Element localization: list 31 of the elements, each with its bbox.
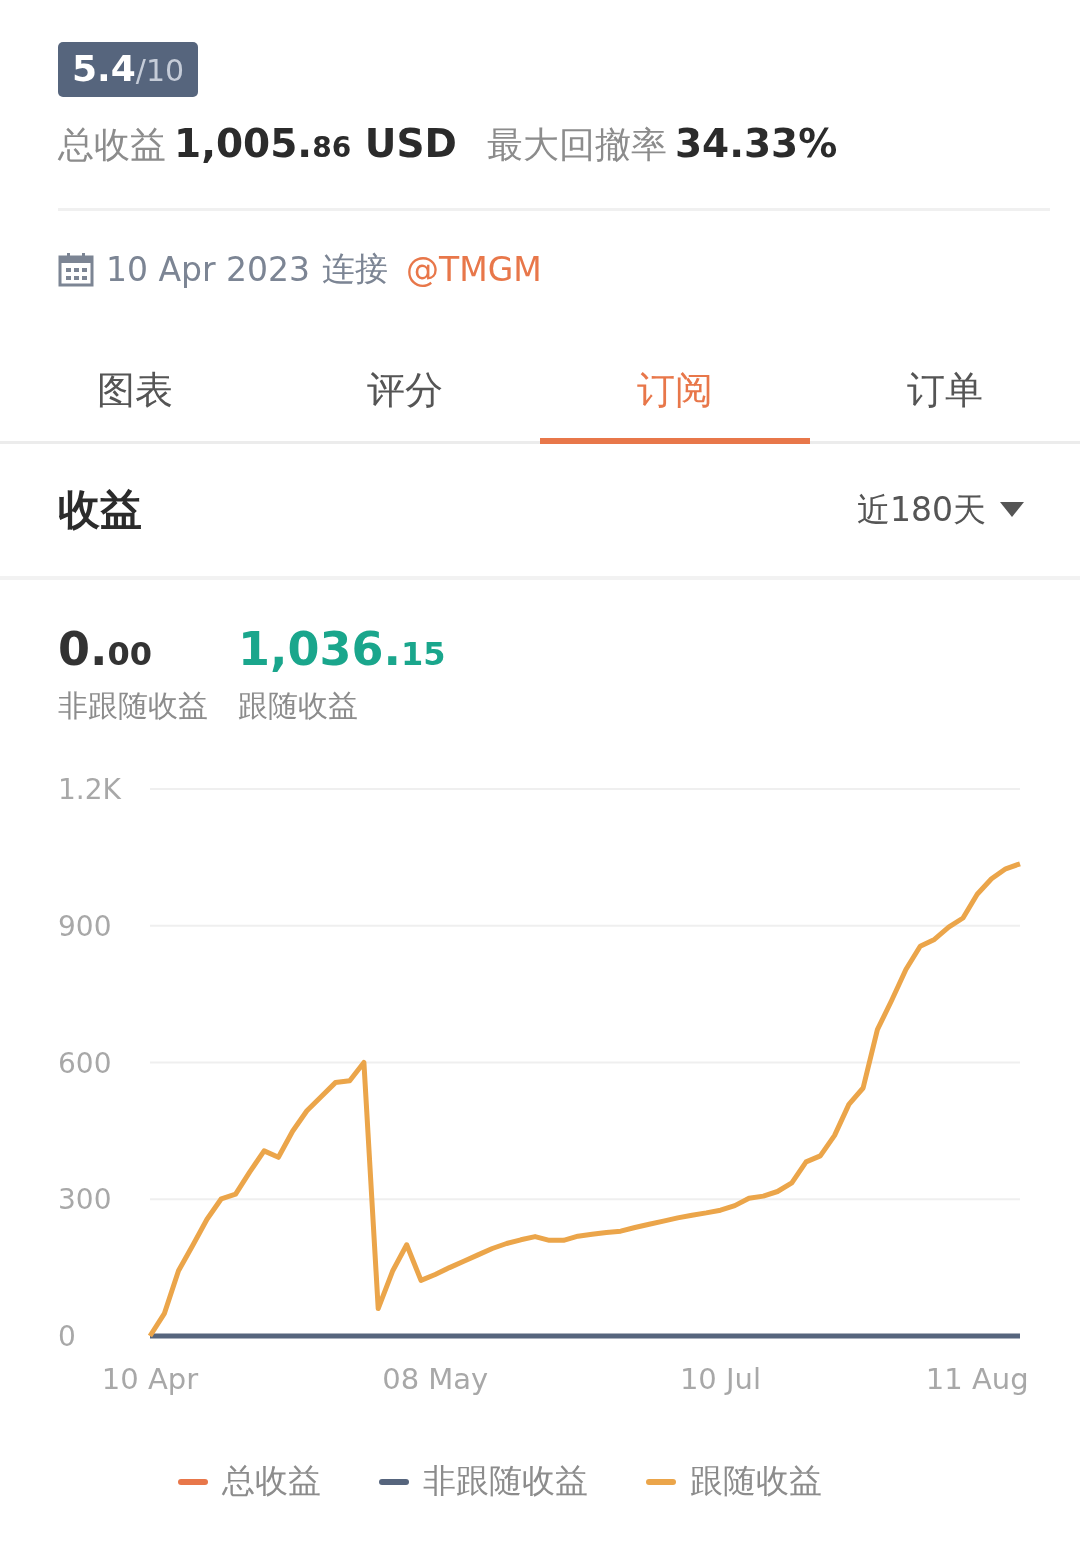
caret-icon (1000, 502, 1024, 518)
stat-value: 34.33% (674, 121, 838, 166)
connection-date: 10 Apr 2023 (106, 250, 311, 289)
stat-label: 最大回撤率 (486, 123, 667, 167)
y-tick-label: 1.2K (58, 773, 121, 806)
x-tick-label: 08 May (382, 1362, 489, 1396)
summary-value: 1,036.15 (238, 622, 446, 676)
tab[interactable]: 订单 (810, 342, 1080, 444)
y-tick-label: 0 (58, 1320, 76, 1353)
tab[interactable]: 图表 (0, 342, 270, 444)
y-tick-label: 600 (58, 1046, 112, 1080)
summary-value: 0.00 (58, 622, 153, 676)
tab[interactable]: 评分 (270, 342, 540, 444)
summary-label: 跟随收益 (238, 687, 359, 725)
stat-value: 1,005.86 USD (174, 121, 457, 166)
connection-label: 连接 (322, 248, 389, 290)
x-tick-label: 11 Aug (925, 1362, 1029, 1396)
x-tick-label: 10 Jul (679, 1362, 762, 1396)
legend-label: 非跟随收益 (423, 1460, 588, 1502)
y-tick-label: 300 (58, 1183, 112, 1217)
stat-label: 总收益 (58, 123, 166, 167)
x-tick-label: 10 Apr (101, 1362, 199, 1396)
legend-label: 跟随收益 (690, 1460, 822, 1502)
rating-scale: /10 (135, 53, 185, 88)
rating-score: 5.4 (72, 48, 136, 89)
legend-label: 总收益 (222, 1460, 321, 1502)
calendar-icon (58, 252, 94, 287)
summary-label: 非跟随收益 (58, 687, 208, 725)
section-title: 收益 (58, 484, 142, 536)
period-dropdown[interactable]: 近180天 (857, 487, 1024, 533)
y-tick-label: 900 (58, 909, 112, 943)
